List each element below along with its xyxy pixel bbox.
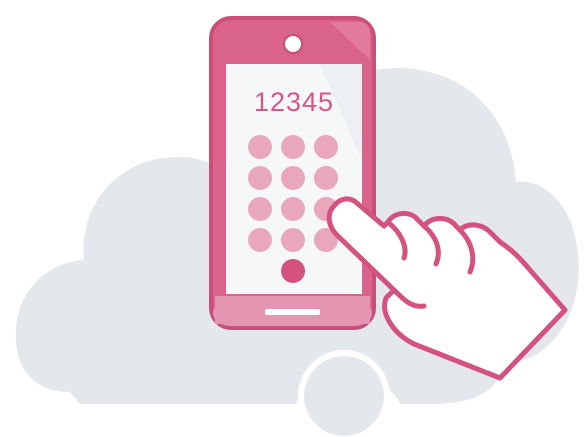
call-button[interactable] <box>281 259 305 283</box>
camera-icon <box>283 34 303 54</box>
illustration-canvas: 12345 <box>15 16 579 437</box>
smartphone-icon: 12345 <box>209 16 376 330</box>
keypad-key[interactable] <box>281 197 305 221</box>
keypad-key[interactable] <box>314 166 338 190</box>
keypad-key[interactable] <box>248 228 272 252</box>
home-bar[interactable] <box>265 309 320 315</box>
keypad-key[interactable] <box>314 135 338 159</box>
keypad-key[interactable] <box>248 166 272 190</box>
illustration: 12345 <box>0 0 587 437</box>
keypad-key[interactable] <box>281 166 305 190</box>
keypad-key[interactable] <box>248 197 272 221</box>
keypad-key[interactable] <box>281 228 305 252</box>
keypad-key[interactable] <box>281 135 305 159</box>
cloud-circle <box>304 356 384 436</box>
dialed-number: 12345 <box>254 87 334 117</box>
keypad-key[interactable] <box>248 135 272 159</box>
